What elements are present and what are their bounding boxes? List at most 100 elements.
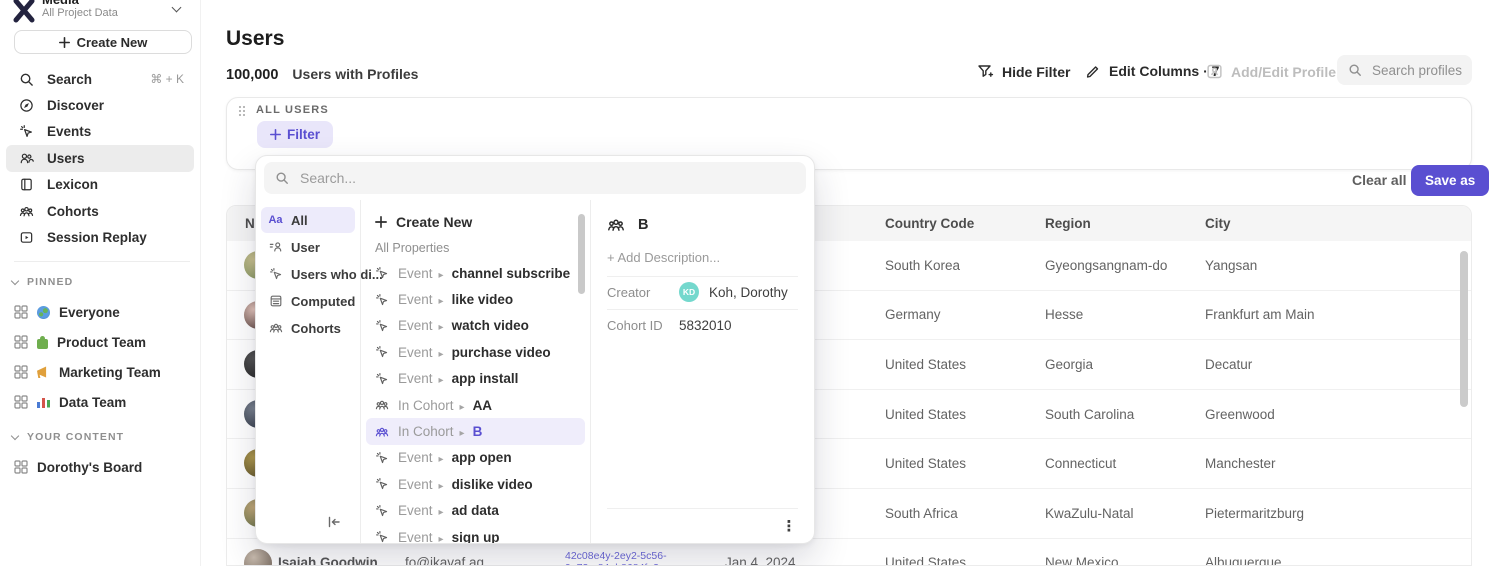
globe-icon <box>37 306 50 319</box>
puzzle-icon <box>37 339 48 349</box>
session-replay-icon <box>18 230 34 246</box>
table-scrollbar-thumb[interactable] <box>1460 251 1468 407</box>
sidebar-board-everyone[interactable]: Everyone <box>8 299 198 325</box>
collapse-panel-icon[interactable] <box>326 514 342 530</box>
profile-count-row: 100,000 Users with Profiles <box>226 66 418 83</box>
sidebar-item-session-replay[interactable]: Session Replay <box>6 224 194 250</box>
sidebar-item-events[interactable]: Events <box>6 119 194 145</box>
column-header-city[interactable]: City <box>1205 206 1231 241</box>
chevron-down-icon <box>11 432 19 440</box>
board-grid-icon <box>14 365 28 379</box>
category-user[interactable]: User <box>261 234 355 260</box>
add-edit-profile-button[interactable]: Add/Edit Profile <box>1206 63 1336 80</box>
dropdown-scrollbar-thumb[interactable] <box>578 214 585 294</box>
user-country: South Korea <box>885 241 960 290</box>
your-content-section-header[interactable]: YOUR CONTENT <box>12 431 124 443</box>
cohort-id-value: 5832010 <box>679 318 732 333</box>
chevron-down-icon <box>11 277 19 285</box>
sidebar-board-data-team[interactable]: Data Team <box>8 389 198 415</box>
pinned-section-header[interactable]: PINNED <box>12 276 73 288</box>
sidebar-item-lexicon[interactable]: Lexicon <box>6 172 194 198</box>
event-spark-icon <box>375 292 390 307</box>
avatar <box>244 549 272 566</box>
event-spark-icon <box>375 477 390 492</box>
sidebar-board-dorothys-board[interactable]: Dorothy's Board <box>8 454 198 480</box>
search-profiles-input[interactable] <box>1370 62 1469 79</box>
property-menu-item[interactable]: Event app install <box>366 366 585 392</box>
user-country: South Africa <box>885 489 958 538</box>
user-city: Yangsan <box>1205 241 1257 290</box>
creator-avatar: KD <box>679 282 699 302</box>
property-menu-item[interactable]: Event like video <box>366 286 585 312</box>
sidebar-board-product-team[interactable]: Product Team <box>8 329 198 355</box>
hide-filter-button[interactable]: Hide Filter <box>977 63 1070 80</box>
property-menu-item[interactable]: In Cohort AA <box>366 392 585 418</box>
category-all[interactable]: Aa All <box>261 207 355 233</box>
search-icon <box>275 171 289 185</box>
property-menu-item[interactable]: Event watch video <box>366 313 585 339</box>
user-country: United States <box>885 390 966 439</box>
sidebar-item-cohorts[interactable]: Cohorts <box>6 198 194 224</box>
column-header-country[interactable]: Country Code <box>885 206 974 241</box>
drag-handle-icon[interactable] <box>238 105 245 116</box>
board-grid-icon <box>14 305 28 319</box>
property-items: Event channel subscribe Event like video <box>361 260 590 543</box>
event-spark-icon <box>375 450 390 465</box>
workspace-switcher[interactable]: Media All Project Data <box>8 0 194 32</box>
sidebar-item-users[interactable]: Users <box>6 145 194 171</box>
profile-count-label: Users with Profiles <box>292 66 418 82</box>
app: Media All Project Data Create New Search… <box>0 0 1500 566</box>
page-title: Users <box>226 27 284 51</box>
cohort-preview-pane: B + Add Description... Creator KD Koh, D… <box>591 200 814 543</box>
event-spark-icon <box>375 371 390 386</box>
event-spark-icon <box>375 345 390 360</box>
property-menu-item[interactable]: Event sign up <box>366 524 585 543</box>
add-description-button[interactable]: + Add Description... <box>607 250 798 265</box>
search-profiles-box <box>1337 55 1472 85</box>
edit-columns-button[interactable]: Edit Columns · 7 <box>1085 63 1219 79</box>
sidebar-item-search[interactable]: Search ⌘ + K <box>6 66 194 92</box>
dropdown-create-new[interactable]: Create New <box>361 208 590 236</box>
category-cohorts[interactable]: Cohorts <box>261 315 355 341</box>
event-spark-icon <box>375 503 390 518</box>
board-grid-icon <box>14 395 28 409</box>
user-country: United States <box>885 340 966 389</box>
cohort-id-row: Cohort ID 5832010 <box>607 310 798 340</box>
category-computed[interactable]: Computed <box>261 288 355 314</box>
search-icon <box>18 71 34 87</box>
dropdown-search-box <box>264 162 806 194</box>
dropdown-search-input[interactable] <box>298 169 806 187</box>
bar-chart-icon <box>37 397 50 408</box>
board-grid-icon <box>14 460 28 474</box>
clear-all-button[interactable]: Clear all <box>1352 172 1406 188</box>
user-city: Decatur <box>1205 340 1252 389</box>
sidebar: Media All Project Data Create New Search… <box>0 0 201 566</box>
property-menu-item[interactable]: Event channel subscribe <box>366 260 585 286</box>
users-icon <box>18 150 34 166</box>
create-new-button[interactable]: Create New <box>14 30 192 54</box>
add-filter-button[interactable]: Filter <box>257 121 333 148</box>
category-users-who-did[interactable]: Users who di... <box>261 261 355 287</box>
user-region: KwaZulu-Natal <box>1045 489 1134 538</box>
user-region: Gyeongsangnam-do <box>1045 241 1167 290</box>
search-icon <box>1348 63 1362 77</box>
cohort-icon <box>18 203 34 219</box>
save-as-button[interactable]: Save as <box>1411 165 1489 196</box>
cohort-title: B <box>638 217 648 233</box>
cohort-icon <box>375 424 390 439</box>
property-menu-item[interactable]: In Cohort B <box>366 418 585 444</box>
sidebar-board-marketing-team[interactable]: Marketing Team <box>8 359 198 385</box>
user-country: United States <box>885 439 966 488</box>
more-options-icon[interactable] <box>780 517 798 535</box>
property-menu-item[interactable]: Event purchase video <box>366 339 585 365</box>
app-logo-icon <box>10 0 38 24</box>
chevron-down-icon <box>172 3 182 13</box>
user-country: United States <box>885 539 966 566</box>
property-menu-item[interactable]: Event ad data <box>366 498 585 524</box>
sidebar-item-discover[interactable]: Discover <box>6 92 194 118</box>
megaphone-icon <box>37 366 50 378</box>
column-header-region[interactable]: Region <box>1045 206 1091 241</box>
property-menu-item[interactable]: Event dislike video <box>366 471 585 497</box>
property-menu-item[interactable]: Event app open <box>366 445 585 471</box>
sidebar-divider <box>14 261 190 262</box>
